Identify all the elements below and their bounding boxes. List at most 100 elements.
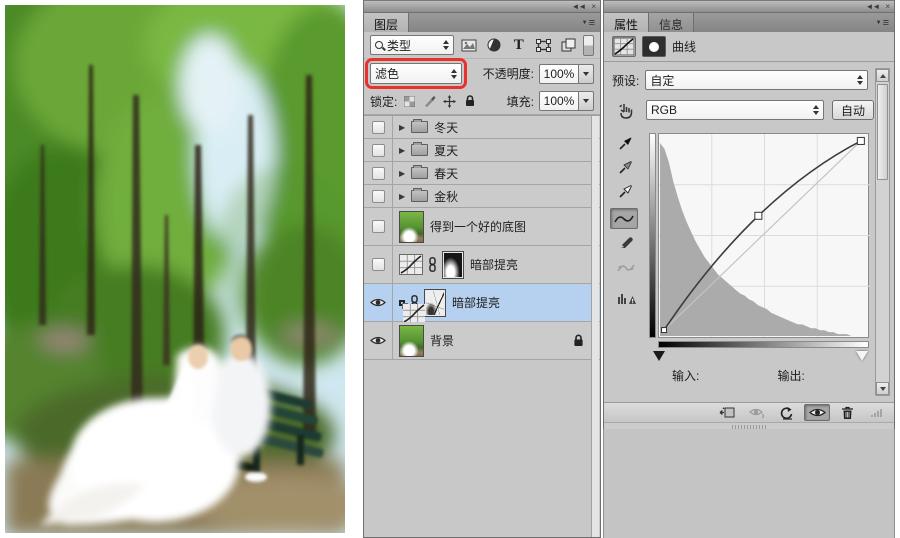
- curves-adjustment-icon[interactable]: [402, 303, 408, 309]
- group-name[interactable]: 冬天: [434, 119, 458, 136]
- layer-name[interactable]: 暗部提亮: [452, 294, 500, 311]
- opacity-input[interactable]: 100%: [539, 64, 579, 84]
- visibility-cell[interactable]: [364, 116, 393, 138]
- scrollbar-thumb[interactable]: [877, 84, 888, 180]
- visibility-cell[interactable]: [364, 139, 393, 161]
- filter-shape-layers-icon[interactable]: [534, 36, 554, 55]
- visibility-cell[interactable]: [364, 322, 393, 359]
- tab-properties[interactable]: 属性: [604, 13, 649, 32]
- black-point-eyedropper-icon[interactable]: [612, 136, 640, 150]
- collapse-panel-icon[interactable]: ◄◄: [865, 3, 879, 11]
- filter-toggle-switch[interactable]: [583, 35, 594, 56]
- properties-scrollbar[interactable]: [875, 68, 890, 396]
- curve-point-highlight[interactable]: [857, 137, 864, 144]
- lock-all-icon[interactable]: [462, 94, 477, 109]
- layer-row-base[interactable]: 得到一个好的底图: [364, 208, 600, 246]
- auto-button[interactable]: 自动: [832, 100, 874, 120]
- layers-panel-menu-icon[interactable]: ▼ ≡: [582, 17, 595, 29]
- visibility-checkbox[interactable]: [372, 258, 385, 271]
- smooth-curve-button[interactable]: [612, 262, 640, 274]
- scrollbar-up-button[interactable]: [876, 69, 889, 82]
- visibility-checkbox[interactable]: [372, 144, 385, 157]
- tab-info[interactable]: 信息: [649, 13, 694, 32]
- close-panel-icon[interactable]: ×: [885, 3, 889, 11]
- group-name[interactable]: 夏天: [434, 142, 458, 159]
- filter-text-layers-icon[interactable]: T: [509, 36, 529, 55]
- white-point-eyedropper-icon[interactable]: [612, 184, 640, 198]
- filter-pixel-layers-icon[interactable]: [459, 36, 479, 55]
- curve-grid[interactable]: [658, 133, 869, 338]
- collapse-panel-icon[interactable]: ◄◄: [571, 3, 585, 11]
- highlight-input-slider[interactable]: [856, 351, 868, 361]
- curves-adjustment-badge-icon[interactable]: [612, 36, 636, 57]
- visibility-checkbox[interactable]: [372, 190, 385, 203]
- visibility-checkbox[interactable]: [372, 220, 385, 233]
- blend-mode-dropdown[interactable]: 滤色: [370, 63, 462, 84]
- visibility-cell[interactable]: [364, 162, 393, 184]
- lock-image-brush-icon[interactable]: [422, 94, 437, 109]
- delete-button[interactable]: [834, 404, 860, 421]
- layer-group-row[interactable]: ▶ 春天: [364, 162, 600, 185]
- layer-group-row[interactable]: ▶ 金秋: [364, 185, 600, 208]
- mask-badge-icon[interactable]: [642, 36, 666, 57]
- visibility-cell[interactable]: [364, 246, 393, 283]
- layer-name[interactable]: 得到一个好的底图: [430, 218, 526, 235]
- layer-name[interactable]: 背景: [430, 332, 454, 349]
- dropdown-spin-icon: [451, 69, 457, 79]
- shadow-input-slider[interactable]: [653, 351, 665, 361]
- clip-to-layer-button[interactable]: [714, 404, 740, 421]
- scrollbar-down-button[interactable]: [876, 382, 889, 395]
- visibility-checkbox[interactable]: [372, 121, 385, 134]
- opacity-dropdown-button[interactable]: [579, 64, 594, 84]
- lock-position-move-icon[interactable]: [442, 94, 457, 109]
- layer-thumbnail[interactable]: [399, 211, 424, 243]
- output-label: 输出:: [764, 367, 870, 384]
- fill-input[interactable]: 100%: [539, 91, 579, 111]
- curve-point-mid[interactable]: [755, 212, 762, 219]
- reset-button[interactable]: [774, 404, 800, 421]
- filter-adjustment-layers-icon[interactable]: [484, 36, 504, 55]
- group-name[interactable]: 春天: [434, 165, 458, 182]
- group-name[interactable]: 金秋: [434, 188, 458, 205]
- curves-adjustment-icon[interactable]: [399, 254, 423, 275]
- disclosure-triangle-icon[interactable]: ▶: [399, 146, 405, 155]
- layer-row-background[interactable]: 背景: [364, 322, 600, 360]
- eye-icon[interactable]: [370, 335, 386, 346]
- visibility-cell[interactable]: [364, 208, 393, 245]
- lock-transparency-icon[interactable]: [402, 94, 417, 109]
- layers-scrollbar[interactable]: [591, 116, 599, 537]
- view-previous-state-button[interactable]: [744, 404, 770, 421]
- preset-dropdown[interactable]: 自定: [645, 70, 868, 90]
- resize-grip-icon[interactable]: [864, 404, 890, 421]
- layer-thumbnail[interactable]: [399, 325, 424, 357]
- filter-smart-object-icon[interactable]: [559, 36, 579, 55]
- curve-point-tool-button[interactable]: [610, 208, 638, 229]
- fill-dropdown-button[interactable]: [579, 91, 594, 111]
- visibility-toggle-button[interactable]: [804, 404, 830, 421]
- channel-dropdown[interactable]: RGB: [646, 100, 824, 120]
- mask-thumbnail[interactable]: [424, 289, 446, 317]
- filter-type-dropdown[interactable]: 类型: [370, 35, 454, 55]
- disclosure-triangle-icon[interactable]: ▶: [399, 169, 405, 178]
- visibility-cell[interactable]: [364, 284, 393, 321]
- layer-group-row[interactable]: ▶ 夏天: [364, 139, 600, 162]
- mask-thumbnail[interactable]: [442, 251, 464, 279]
- histogram-warning-icon[interactable]: [612, 292, 640, 305]
- layer-row-adjustment-selected[interactable]: 暗部提亮: [364, 284, 600, 322]
- layer-group-row[interactable]: ▶ 冬天: [364, 116, 600, 139]
- layer-name[interactable]: 暗部提亮: [470, 256, 518, 273]
- eye-icon[interactable]: [370, 297, 386, 308]
- visibility-checkbox[interactable]: [372, 167, 385, 180]
- visibility-cell[interactable]: [364, 185, 393, 207]
- disclosure-triangle-icon[interactable]: ▶: [399, 192, 405, 201]
- document-canvas-photo[interactable]: [5, 5, 345, 533]
- properties-panel-menu-icon[interactable]: ▼ ≡: [876, 17, 889, 29]
- layer-row-adjustment-hidden[interactable]: 暗部提亮: [364, 246, 600, 284]
- targeted-adjustment-tool[interactable]: [612, 102, 640, 120]
- tab-layers[interactable]: 图层: [364, 13, 409, 32]
- disclosure-triangle-icon[interactable]: ▶: [399, 123, 405, 132]
- curve-point-shadow[interactable]: [662, 328, 667, 333]
- gray-point-eyedropper-icon[interactable]: [612, 160, 640, 174]
- close-panel-icon[interactable]: ×: [591, 3, 595, 11]
- pencil-tool-button[interactable]: [612, 236, 640, 250]
